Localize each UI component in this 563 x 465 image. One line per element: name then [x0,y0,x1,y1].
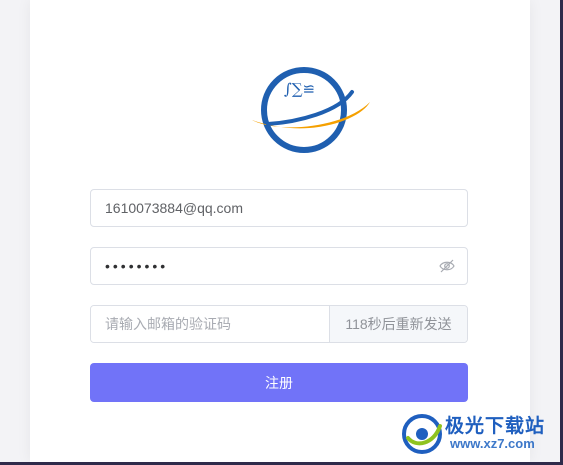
logo-text: ∫∑≌ [284,80,315,98]
resend-code-button[interactable]: 118秒后重新发送 [329,306,467,342]
password-field[interactable] [90,247,468,285]
email-input[interactable] [91,190,467,226]
eye-off-icon[interactable] [439,259,455,273]
verification-code-input[interactable] [91,306,329,342]
email-field[interactable] [90,189,468,227]
watermark: 极光下载站 www.xz7.com [400,408,560,460]
verification-code-group: 118秒后重新发送 [90,305,468,343]
watermark-logo-icon [402,414,442,454]
app-logo: ∫∑≌ [252,67,370,153]
watermark-name: 极光下载站 [445,416,546,437]
password-input[interactable] [91,248,421,284]
register-button[interactable]: 注册 [90,363,468,402]
watermark-url: www.xz7.com [450,436,535,451]
